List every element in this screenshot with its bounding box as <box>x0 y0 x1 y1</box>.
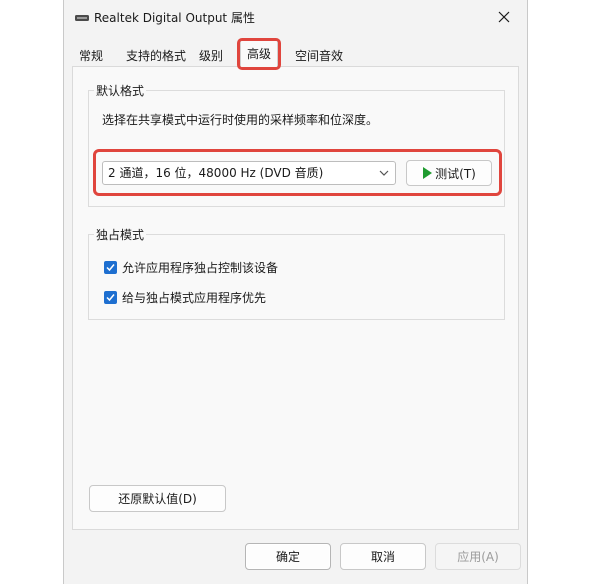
tab-spatial-sound[interactable]: 空间音效 <box>295 46 343 66</box>
close-button[interactable] <box>481 0 527 34</box>
default-format-description: 选择在共享模式中运行时使用的采样频率和位深度。 <box>102 113 379 127</box>
checkmark-icon <box>106 293 115 301</box>
restore-defaults-label: 还原默认值(D) <box>118 492 197 506</box>
default-format-legend: 默认格式 <box>94 82 147 99</box>
checkmark-icon <box>106 263 115 271</box>
window-title: Realtek Digital Output 属性 <box>94 11 255 25</box>
allow-exclusive-control-label: 允许应用程序独占控制该设备 <box>122 260 279 275</box>
allow-exclusive-control-row[interactable]: 允许应用程序独占控制该设备 <box>104 259 278 275</box>
properties-dialog: Realtek Digital Output 属性 常规 支持的格式 级别 高级… <box>63 0 528 584</box>
ok-button-label: 确定 <box>275 550 300 564</box>
apply-button-label: 应用(A) <box>457 550 499 564</box>
exclusive-priority-label: 给与独占模式应用程序优先 <box>122 290 267 305</box>
title-bar[interactable]: Realtek Digital Output 属性 <box>64 0 527 34</box>
cancel-button[interactable]: 取消 <box>340 543 426 570</box>
exclusive-priority-checkbox[interactable] <box>104 290 117 304</box>
allow-exclusive-control-checkbox[interactable] <box>104 260 117 274</box>
restore-defaults-button[interactable]: 还原默认值(D) <box>89 485 226 512</box>
exclusive-priority-row[interactable]: 给与独占模式应用程序优先 <box>104 289 266 305</box>
tab-general[interactable]: 常规 <box>79 46 103 66</box>
format-highlight-annotation <box>93 149 502 196</box>
close-icon <box>498 11 510 23</box>
speaker-device-icon <box>74 12 90 22</box>
exclusive-mode-group <box>88 234 505 320</box>
exclusive-mode-legend: 独占模式 <box>94 226 147 243</box>
tab-highlight-annotation <box>237 38 281 70</box>
tab-levels[interactable]: 级别 <box>199 46 223 66</box>
cancel-button-label: 取消 <box>370 550 395 564</box>
tab-supported-formats[interactable]: 支持的格式 <box>126 46 186 66</box>
ok-button[interactable]: 确定 <box>245 543 331 570</box>
apply-button[interactable]: 应用(A) <box>435 543 521 570</box>
